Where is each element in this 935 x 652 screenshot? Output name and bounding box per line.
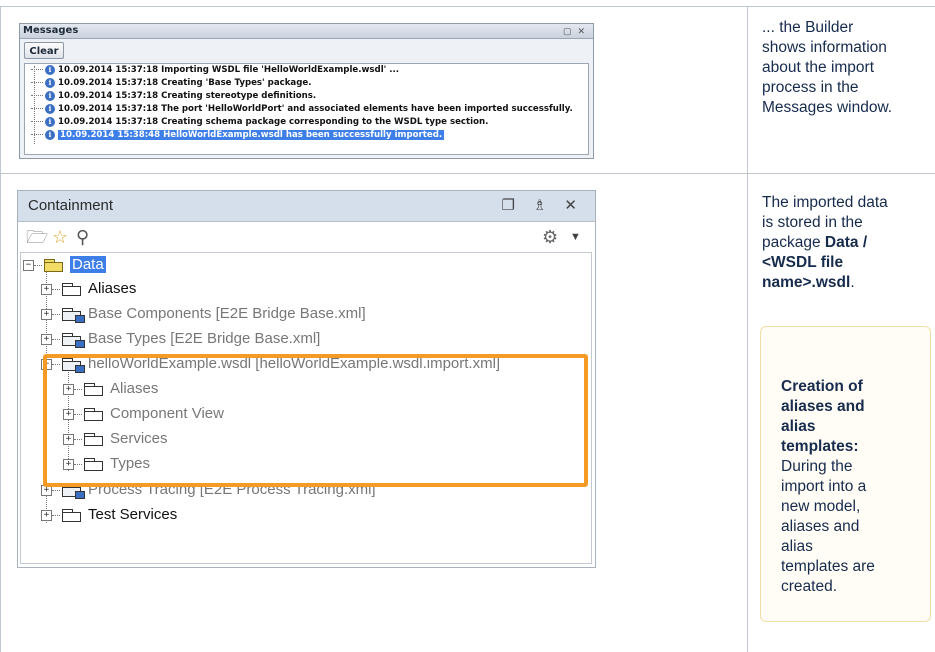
- clear-button[interactable]: Clear: [24, 42, 64, 59]
- linked-package-icon: [62, 332, 85, 348]
- list-item[interactable]: i 10.09.2014 15:37:18 The port 'HelloWorl…: [25, 103, 573, 116]
- tree-item[interactable]: + Base Components [E2E Bridge Base.xml]: [41, 302, 366, 326]
- note-text: Creation of aliases and alias templates:…: [781, 378, 875, 595]
- pin-icon[interactable]: ♗: [533, 197, 546, 214]
- row1-description: ... the Builder shows information about …: [762, 19, 893, 116]
- note-panel: Creation of aliases and alias templates:…: [760, 326, 931, 622]
- containment-toolbar: 🗁 ☆ ⚲ ⚙ ▼: [18, 222, 595, 252]
- table-border-top: [0, 6, 935, 7]
- list-item-selected[interactable]: i 10.09.2014 15:38:48 HelloWorldExample.w…: [25, 129, 445, 142]
- info-icon: i: [45, 116, 55, 127]
- info-icon: i: [45, 64, 55, 75]
- info-icon: i: [45, 103, 55, 114]
- close-icon[interactable]: ✕: [564, 197, 577, 214]
- restore-icon[interactable]: ▢: [563, 26, 572, 36]
- highlight-frame: [43, 354, 588, 487]
- folder-icon: [62, 508, 82, 522]
- collapse-icon[interactable]: −: [23, 259, 34, 271]
- messages-title-bar: Messages ▢ ✕: [20, 24, 593, 39]
- table-column-divider: [747, 6, 748, 652]
- star-icon[interactable]: ☆: [52, 226, 68, 248]
- tree-item[interactable]: + Test Services: [41, 503, 177, 527]
- tree-item[interactable]: + Aliases: [41, 277, 136, 301]
- info-icon: i: [45, 77, 55, 88]
- folder-icon: [62, 282, 82, 296]
- expand-icon[interactable]: +: [41, 308, 52, 320]
- info-icon: i: [45, 90, 55, 101]
- list-item[interactable]: i 10.09.2014 15:37:18 Creating 'Base Type…: [25, 77, 311, 90]
- close-icon[interactable]: ✕: [577, 26, 585, 36]
- restore-window-icon[interactable]: ❐: [502, 197, 515, 214]
- tree-item-data[interactable]: − Data: [23, 253, 106, 277]
- open-folder-icon[interactable]: 🗁: [26, 226, 48, 248]
- containment-title: Containment: [28, 197, 114, 214]
- search-icon[interactable]: ⚲: [76, 226, 89, 248]
- expand-icon[interactable]: +: [41, 283, 52, 295]
- messages-window: Messages ▢ ✕ Clear i 10.09.2014 15:37:18 I…: [19, 23, 594, 159]
- messages-title: Messages: [23, 25, 79, 36]
- folder-icon: [44, 258, 64, 272]
- chevron-down-icon[interactable]: ▼: [570, 226, 581, 248]
- table-border-left: [0, 6, 1, 652]
- info-icon: i: [45, 129, 55, 140]
- tree-item[interactable]: + Base Types [E2E Bridge Base.xml]: [41, 327, 320, 351]
- expand-icon[interactable]: +: [41, 333, 52, 345]
- list-item[interactable]: i 10.09.2014 15:37:18 Importing WSDL file…: [25, 64, 399, 77]
- gear-icon[interactable]: ⚙: [542, 226, 558, 248]
- containment-title-bar: Containment ❐ ♗ ✕: [18, 191, 595, 222]
- list-item[interactable]: i 10.09.2014 15:37:18 Creating schema pac…: [25, 116, 488, 129]
- linked-package-icon: [62, 307, 85, 323]
- table-row-divider: [0, 173, 935, 174]
- row2-description: The imported data is stored in the packa…: [762, 194, 888, 291]
- expand-icon[interactable]: +: [41, 509, 52, 521]
- messages-list[interactable]: i 10.09.2014 15:37:18 Importing WSDL file…: [24, 63, 589, 155]
- list-item[interactable]: i 10.09.2014 15:37:18 Creating stereotype…: [25, 90, 316, 103]
